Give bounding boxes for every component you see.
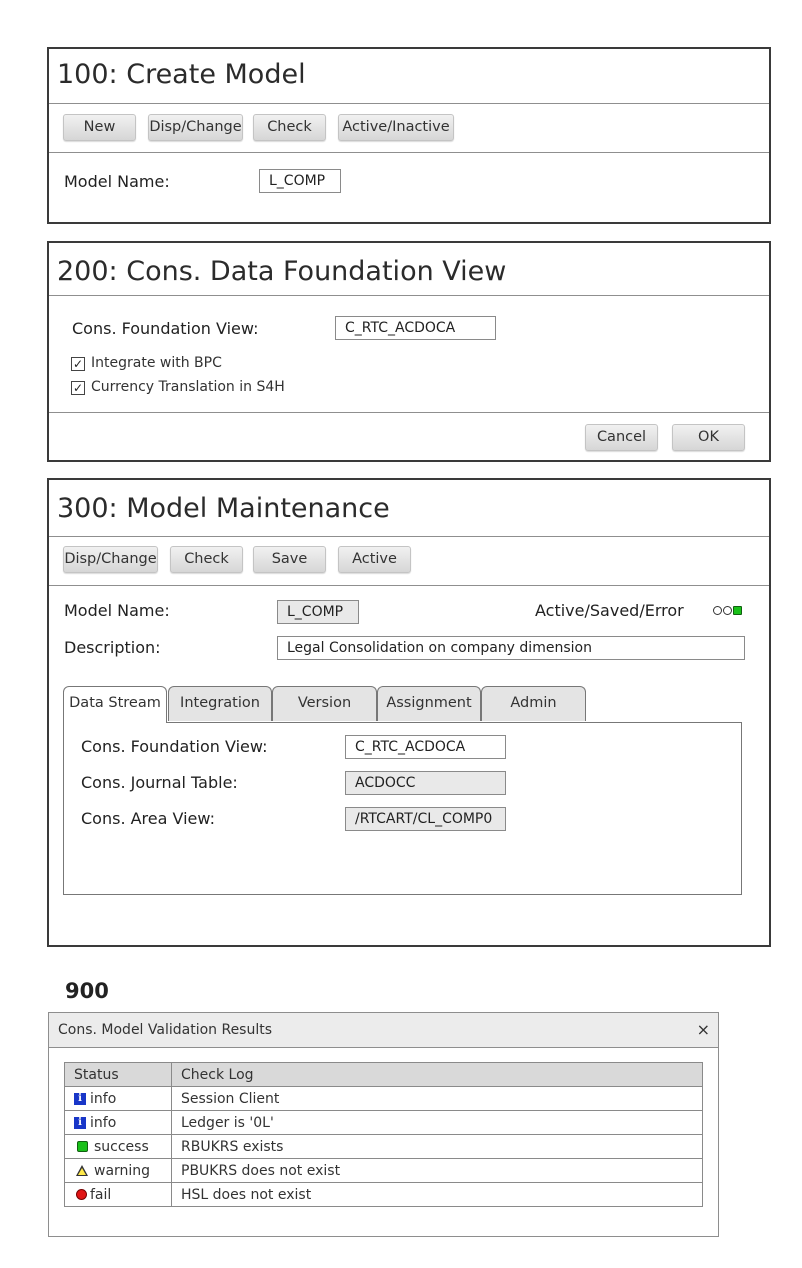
check-log-table: Status Check Log i info Session Client ii… xyxy=(64,1062,703,1207)
error-dot-icon xyxy=(713,606,722,615)
tab-version[interactable]: Version xyxy=(272,686,377,721)
check-button[interactable]: Check xyxy=(253,114,326,141)
table-row: success RBUKRS exists xyxy=(64,1134,703,1159)
panel-300-title: 300: Model Maintenance xyxy=(57,493,390,524)
status-cell: i info xyxy=(64,1086,172,1111)
model-name-label: Model Name: xyxy=(64,172,170,191)
foundation-view-label: Cons. Foundation View: xyxy=(81,737,268,756)
panel-create-model: 100: Create Model New Disp/Change Check … xyxy=(47,47,771,224)
check-button[interactable]: Check xyxy=(170,546,243,573)
integrate-bpc-checkbox[interactable]: ✓ xyxy=(71,357,85,371)
log-cell: Session Client xyxy=(171,1086,703,1111)
table-row: warning PBUKRS does not exist xyxy=(64,1158,703,1183)
disp-change-button[interactable]: Disp/Change xyxy=(63,546,158,573)
model-name-label: Model Name: xyxy=(64,601,170,620)
fail-icon xyxy=(76,1189,87,1200)
divider xyxy=(49,152,769,153)
status-text: fail xyxy=(90,1186,112,1203)
status-text: success xyxy=(94,1138,149,1155)
panel-100-title: 100: Create Model xyxy=(57,59,306,90)
foundation-view-label: Cons. Foundation View: xyxy=(72,319,259,338)
new-button[interactable]: New xyxy=(63,114,136,141)
success-icon xyxy=(77,1141,88,1152)
journal-table-label: Cons. Journal Table: xyxy=(81,773,238,792)
panel-model-maintenance: 300: Model Maintenance Disp/Change Check… xyxy=(47,478,771,947)
area-view-field: /RTCART/CL_COMP0 xyxy=(345,807,506,831)
log-cell: PBUKRS does not exist xyxy=(171,1158,703,1183)
divider xyxy=(49,585,769,586)
warning-icon xyxy=(76,1165,88,1176)
status-cell: fail xyxy=(64,1182,172,1207)
divider xyxy=(49,536,769,537)
table-row: i info Session Client xyxy=(64,1086,703,1111)
panel-data-foundation-view: 200: Cons. Data Foundation View Cons. Fo… xyxy=(47,241,771,462)
table-row: i info Ledger is '0L' xyxy=(64,1110,703,1135)
active-dot-icon xyxy=(733,606,742,615)
info-icon: i xyxy=(74,1092,86,1105)
divider xyxy=(49,295,769,296)
tab-content-data-stream: Cons. Foundation View: C_RTC_ACDOCA Cons… xyxy=(63,722,742,895)
foundation-view-field[interactable]: C_RTC_ACDOCA xyxy=(335,316,496,340)
validation-results-dialog: Cons. Model Validation Results × Status … xyxy=(48,1012,719,1237)
saved-dot-icon xyxy=(723,606,732,615)
tab-data-stream[interactable]: Data Stream xyxy=(63,686,167,723)
disp-change-button[interactable]: Disp/Change xyxy=(148,114,243,141)
status-cell: success xyxy=(64,1134,172,1159)
status-label: Active/Saved/Error xyxy=(535,601,684,620)
divider xyxy=(49,103,769,104)
journal-table-field: ACDOCC xyxy=(345,771,506,795)
check-log-column-header: Check Log xyxy=(171,1062,703,1087)
status-column-header: Status xyxy=(64,1062,172,1087)
active-button[interactable]: Active xyxy=(338,546,411,573)
status-cell: warning xyxy=(64,1158,172,1183)
ok-button[interactable]: OK xyxy=(672,424,745,451)
status-cell: i info xyxy=(64,1110,172,1135)
cancel-button[interactable]: Cancel xyxy=(585,424,658,451)
section-900-heading: 900 xyxy=(65,979,109,1003)
table-row: fail HSL does not exist xyxy=(64,1182,703,1207)
tab-admin[interactable]: Admin xyxy=(481,686,586,721)
table-header-row: Status Check Log xyxy=(64,1062,703,1087)
divider xyxy=(49,412,769,413)
active-inactive-button[interactable]: Active/Inactive xyxy=(338,114,454,141)
description-field[interactable]: Legal Consolidation on company dimension xyxy=(277,636,745,660)
info-icon: i xyxy=(74,1116,86,1129)
status-text: warning xyxy=(94,1162,151,1179)
tab-integration[interactable]: Integration xyxy=(168,686,272,721)
model-name-field[interactable]: L_COMP xyxy=(259,169,341,193)
log-cell: RBUKRS exists xyxy=(171,1134,703,1159)
status-text: info xyxy=(90,1114,117,1131)
status-text: info xyxy=(90,1090,117,1107)
model-name-field: L_COMP xyxy=(277,600,359,624)
close-icon[interactable]: × xyxy=(697,1013,710,1047)
panel-200-title: 200: Cons. Data Foundation View xyxy=(57,256,507,287)
tab-assignment[interactable]: Assignment xyxy=(377,686,481,721)
currency-translation-checkbox[interactable]: ✓ xyxy=(71,381,85,395)
log-cell: Ledger is '0L' xyxy=(171,1110,703,1135)
currency-translation-label: Currency Translation in S4H xyxy=(91,379,285,395)
dialog-header: Cons. Model Validation Results × xyxy=(49,1013,718,1048)
integrate-bpc-label: Integrate with BPC xyxy=(91,355,222,371)
foundation-view-field[interactable]: C_RTC_ACDOCA xyxy=(345,735,506,759)
save-button[interactable]: Save xyxy=(253,546,326,573)
description-label: Description: xyxy=(64,638,161,657)
area-view-label: Cons. Area View: xyxy=(81,809,215,828)
dialog-title: Cons. Model Validation Results xyxy=(58,1022,273,1038)
log-cell: HSL does not exist xyxy=(171,1182,703,1207)
